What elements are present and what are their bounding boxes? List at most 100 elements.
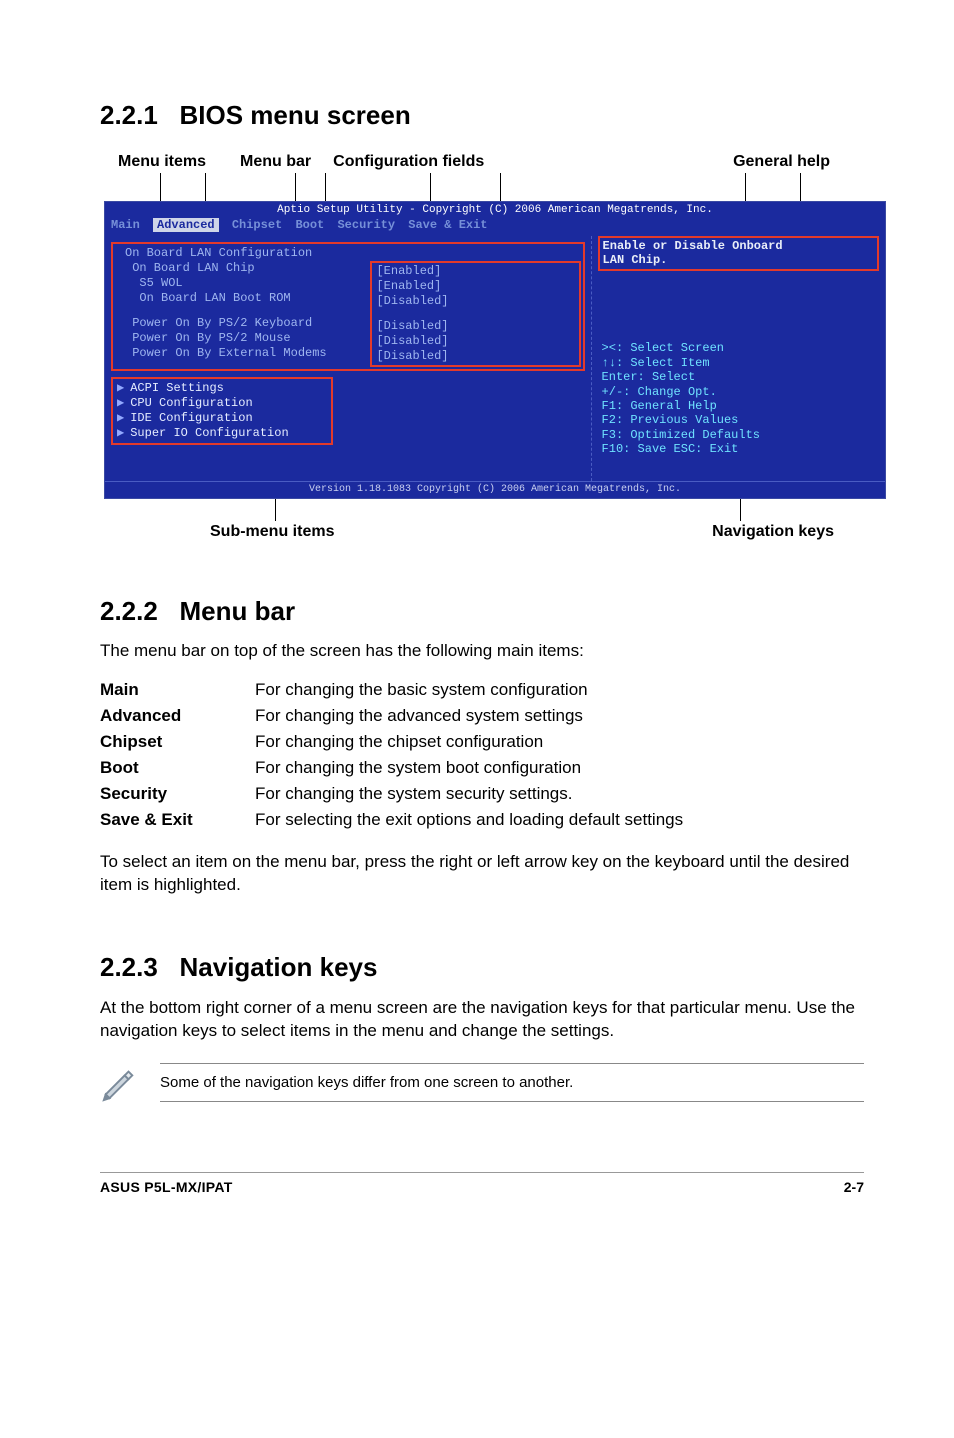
section-title: Menu bar bbox=[180, 596, 296, 626]
bios-screenshot: Aptio Setup Utility - Copyright (C) 2006… bbox=[104, 201, 886, 499]
bios-item-label: On Board LAN Configuration bbox=[125, 246, 377, 261]
def-value: For changing the advanced system setting… bbox=[255, 703, 683, 729]
def-value: For changing the chipset configuration bbox=[255, 729, 683, 755]
section-title: Navigation keys bbox=[180, 952, 378, 982]
bios-item-value bbox=[377, 246, 571, 261]
def-key: Advanced bbox=[100, 703, 255, 729]
table-row: MainFor changing the basic system config… bbox=[100, 677, 683, 703]
def-key: Save & Exit bbox=[100, 807, 255, 833]
section-heading-222: 2.2.2 Menu bar bbox=[100, 596, 864, 627]
bios-item-label: On Board LAN Chip bbox=[125, 261, 372, 276]
def-value: For changing the system boot configurati… bbox=[255, 755, 683, 781]
diagram-labels-bottom: Sub-menu items Navigation keys bbox=[100, 523, 864, 541]
label-submenu-items: Sub-menu items bbox=[210, 523, 334, 541]
bios-item-label: Power On By PS/2 Mouse bbox=[125, 331, 372, 346]
bios-submenu-item[interactable]: ▶ CPU Configuration bbox=[117, 396, 327, 411]
bios-submenu-item[interactable]: ▶ Super IO Configuration bbox=[117, 426, 327, 441]
highlight-box-submenus: ▶ ACPI Settings ▶ CPU Configuration ▶ IDE C… bbox=[111, 377, 333, 445]
bios-item-value[interactable]: [Enabled] bbox=[376, 279, 574, 294]
def-key: Main bbox=[100, 677, 255, 703]
bios-tab-security[interactable]: Security bbox=[337, 218, 395, 232]
highlight-box-config-fields: [Enabled] [Enabled] [Disabled] [Disabled… bbox=[370, 261, 580, 367]
def-key: Security bbox=[100, 781, 255, 807]
def-key: Chipset bbox=[100, 729, 255, 755]
submenu-label: ACPI Settings bbox=[130, 381, 224, 395]
bios-tab-advanced[interactable]: Advanced bbox=[153, 218, 219, 232]
table-row: AdvancedFor changing the advanced system… bbox=[100, 703, 683, 729]
bios-item-label: On Board LAN Boot ROM bbox=[125, 291, 372, 306]
bios-footer: Version 1.18.1083 Copyright (C) 2006 Ame… bbox=[105, 481, 885, 499]
bios-nav-key-list: ><: Select Screen ↑↓: Select Item Enter:… bbox=[602, 341, 879, 456]
bios-item[interactable]: On Board LAN Configuration bbox=[115, 246, 581, 261]
note-callout: Some of the navigation keys differ from … bbox=[100, 1063, 864, 1102]
bios-title-bar: Aptio Setup Utility - Copyright (C) 2006… bbox=[105, 202, 885, 218]
def-value: For selecting the exit options and loadi… bbox=[255, 807, 683, 833]
nav-hint: Enter: Select bbox=[602, 370, 879, 384]
bios-item-value[interactable]: [Enabled] bbox=[376, 264, 574, 279]
pencil-icon bbox=[100, 1064, 138, 1102]
nav-hint: F10: Save ESC: Exit bbox=[602, 442, 879, 456]
section-number: 2.2.1 bbox=[100, 100, 158, 130]
label-menu-items: Menu items bbox=[118, 153, 206, 171]
label-config-fields: Configuration fields bbox=[333, 153, 484, 171]
navkeys-body-text: At the bottom right corner of a menu scr… bbox=[100, 997, 864, 1043]
triangle-icon: ▶ bbox=[117, 396, 124, 410]
bios-submenu-item[interactable]: ▶ IDE Configuration bbox=[117, 411, 327, 426]
table-row: SecurityFor changing the system security… bbox=[100, 781, 683, 807]
diagram-connectors-top bbox=[100, 173, 864, 201]
bios-submenu-item[interactable]: ▶ ACPI Settings bbox=[117, 381, 327, 396]
triangle-icon: ▶ bbox=[117, 381, 124, 395]
section-number: 2.2.3 bbox=[100, 952, 158, 982]
help-text-line: Enable or Disable Onboard bbox=[603, 239, 783, 253]
submenu-label: CPU Configuration bbox=[130, 396, 252, 410]
label-navigation-keys: Navigation keys bbox=[712, 523, 834, 541]
bios-tab-main[interactable]: Main bbox=[111, 218, 140, 232]
footer-product: ASUS P5L-MX/IPAT bbox=[100, 1179, 844, 1195]
table-row: Save & ExitFor selecting the exit option… bbox=[100, 807, 683, 833]
label-general-help: General help bbox=[733, 153, 830, 171]
submenu-label: Super IO Configuration bbox=[130, 426, 288, 440]
table-row: BootFor changing the system boot configu… bbox=[100, 755, 683, 781]
menubar-outro-text: To select an item on the menu bar, press… bbox=[100, 851, 864, 897]
bios-tab-boot[interactable]: Boot bbox=[295, 218, 324, 232]
highlight-box-menu-items: On Board LAN Configuration On Board LAN … bbox=[111, 242, 585, 371]
bios-right-pane: Enable or Disable Onboard LAN Chip. ><: … bbox=[591, 236, 885, 481]
bios-item-label: Power On By PS/2 Keyboard bbox=[125, 316, 372, 331]
nav-hint: +/-: Change Opt. bbox=[602, 385, 879, 399]
footer-page-number: 2-7 bbox=[844, 1179, 864, 1195]
section-heading-221: 2.2.1 BIOS menu screen bbox=[100, 100, 864, 131]
label-menu-bar: Menu bar bbox=[240, 153, 311, 171]
section-title: BIOS menu screen bbox=[180, 100, 411, 130]
def-key: Boot bbox=[100, 755, 255, 781]
bios-item-value[interactable]: [Disabled] bbox=[376, 334, 574, 349]
triangle-icon: ▶ bbox=[117, 426, 124, 440]
triangle-icon: ▶ bbox=[117, 411, 124, 425]
bios-item-value[interactable]: [Disabled] bbox=[376, 294, 574, 309]
bios-item-value[interactable]: [Disabled] bbox=[376, 319, 574, 334]
bios-menu-bar: Main Advanced Chipset Boot Security Save… bbox=[105, 218, 885, 236]
bios-item-label: Power On By External Modems bbox=[125, 346, 372, 361]
bios-item-label: S5 WOL bbox=[125, 276, 372, 291]
highlight-box-general-help: Enable or Disable Onboard LAN Chip. bbox=[598, 236, 879, 272]
section-number: 2.2.2 bbox=[100, 596, 158, 626]
menu-items-table: MainFor changing the basic system config… bbox=[100, 677, 683, 833]
bios-tab-chipset[interactable]: Chipset bbox=[232, 218, 282, 232]
def-value: For changing the system security setting… bbox=[255, 781, 683, 807]
bios-item-value[interactable]: [Disabled] bbox=[376, 349, 574, 364]
def-value: For changing the basic system configurat… bbox=[255, 677, 683, 703]
nav-hint: ><: Select Screen bbox=[602, 341, 879, 355]
bios-left-pane: On Board LAN Configuration On Board LAN … bbox=[105, 236, 591, 481]
bios-title-text: Aptio Setup Utility - Copyright (C) 2006… bbox=[109, 204, 881, 218]
nav-hint: ↑↓: Select Item bbox=[602, 356, 879, 370]
menubar-intro-text: The menu bar on top of the screen has th… bbox=[100, 641, 864, 661]
nav-hint: F3: Optimized Defaults bbox=[602, 428, 879, 442]
page-footer: ASUS P5L-MX/IPAT 2-7 bbox=[100, 1172, 864, 1195]
nav-hint: F1: General Help bbox=[602, 399, 879, 413]
bios-tab-save-exit[interactable]: Save & Exit bbox=[408, 218, 487, 232]
help-text-line: LAN Chip. bbox=[603, 253, 668, 267]
section-heading-223: 2.2.3 Navigation keys bbox=[100, 952, 864, 983]
submenu-label: IDE Configuration bbox=[130, 411, 252, 425]
nav-hint: F2: Previous Values bbox=[602, 413, 879, 427]
diagram-labels-top: Menu items Menu bar Configuration fields… bbox=[100, 153, 864, 171]
table-row: ChipsetFor changing the chipset configur… bbox=[100, 729, 683, 755]
